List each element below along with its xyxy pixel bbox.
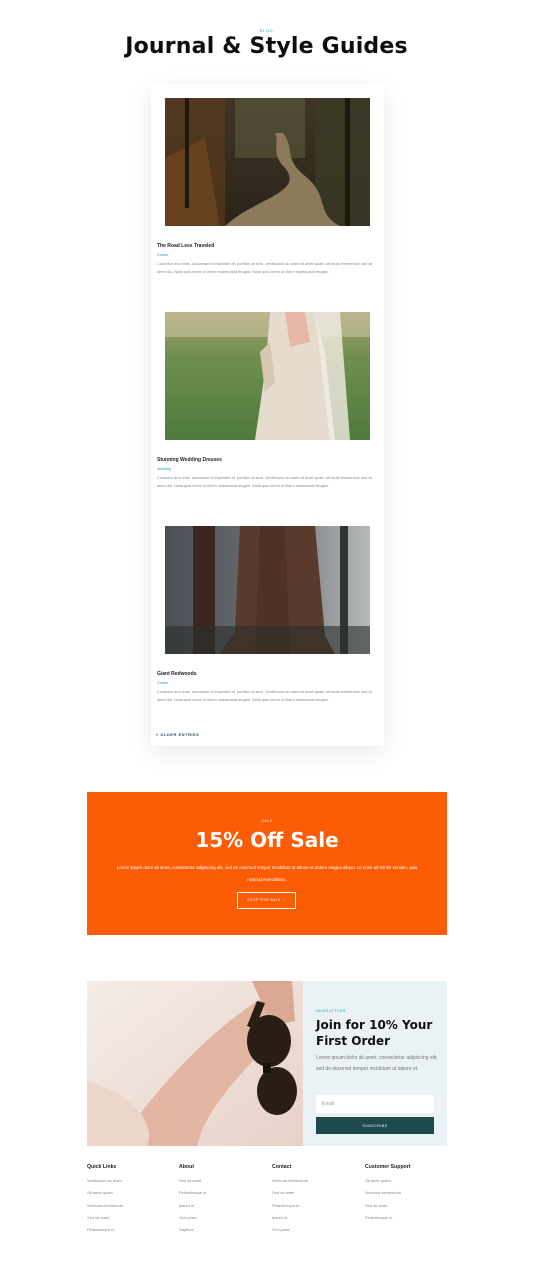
newsletter-eyebrow: NEWSLETTER (316, 1009, 346, 1013)
footer-link[interactable]: Vehicula elementum (87, 1203, 177, 1215)
page-title: Journal & Style Guides (125, 34, 408, 59)
blog-post-list: The Road Less Traveled Guides Curabitur … (151, 84, 384, 746)
sale-description: Lorem ipsum dolor sit amet, consectetur … (116, 865, 418, 882)
footer-link[interactable]: Pellentesque in (179, 1190, 269, 1202)
footer-link[interactable]: Pellentesque in (87, 1227, 177, 1239)
shop-sale-button[interactable]: SHOP THIS SALE → (237, 892, 296, 909)
post-excerpt: Curabitur arcu erat, accumsan id imperdi… (157, 261, 373, 274)
newsletter-title: Join for 10% Your First Order (316, 1018, 433, 1048)
email-input[interactable] (316, 1095, 434, 1113)
footer-heading: About (179, 1164, 194, 1170)
newsletter-image (87, 981, 303, 1146)
footer-link[interactable]: Sed sit amet (272, 1190, 362, 1202)
newsletter-panel: NEWSLETTER Join for 10% Your First Order… (303, 981, 447, 1146)
footer-column-customer-support: Customer Support Sit amet quam Vehicula … (365, 1164, 455, 1227)
footer-heading: Customer Support (365, 1164, 411, 1170)
footer-column-about: About Sed sit amet Pellentesque in Ipsum… (179, 1164, 269, 1239)
footer-link[interactable]: Pellentesque in (272, 1203, 362, 1215)
forest-road-image (165, 98, 370, 226)
footer-link[interactable]: Pellentesque in (365, 1215, 455, 1227)
footer-link[interactable]: Orci porta (272, 1227, 362, 1239)
post-image-redwoods[interactable] (165, 526, 370, 654)
older-entries-link[interactable]: « OLDER ENTRIES (156, 732, 199, 737)
footer-link[interactable]: Sed sit amet (87, 1215, 177, 1227)
post-title[interactable]: The Road Less Traveled (157, 243, 214, 249)
footer-heading: Quick Links (87, 1164, 117, 1170)
footer-column-quick-links: Quick Links Vestibulum ac diam Sit amet … (87, 1164, 177, 1239)
footer-link[interactable]: Vehicula elementum (272, 1178, 362, 1190)
footer-heading: Contact (272, 1164, 292, 1170)
footer-column-contact: Contact Vehicula elementum Sed sit amet … (272, 1164, 362, 1239)
post-excerpt: Curabitur arcu erat, accumsan id imperdi… (157, 475, 373, 488)
post-excerpt: Curabitur arcu erat, accumsan id imperdi… (157, 689, 373, 702)
post-image-wedding[interactable] (165, 312, 370, 440)
post-image-road[interactable] (165, 98, 370, 226)
sunglasses-photo (87, 981, 303, 1146)
footer-link[interactable]: Sit amet quam (365, 1178, 455, 1190)
blog-eyebrow: BLOG (259, 28, 274, 33)
footer-link[interactable]: Orci porta (179, 1215, 269, 1227)
post-category[interactable]: Guides (157, 253, 168, 257)
post-title[interactable]: Stunning Wedding Dresses (157, 457, 222, 463)
sale-banner: SALE 15% Off Sale Lorem ipsum dolor sit … (87, 792, 447, 935)
sale-eyebrow: SALE (261, 819, 273, 823)
newsletter-description: Lorem ipsum dolor sit amet, consectetur … (316, 1055, 438, 1072)
footer-link[interactable]: Sit amet quam (87, 1190, 177, 1202)
post-category[interactable]: Guides (157, 681, 168, 685)
wedding-dress-image (165, 312, 370, 440)
post-title[interactable]: Giant Redwoods (157, 671, 196, 677)
footer-link[interactable]: Vestibulum ac diam (87, 1178, 177, 1190)
subscribe-button[interactable]: SUBSCRIBE (316, 1117, 434, 1134)
footer-link[interactable]: Dapibus (179, 1227, 269, 1239)
footer-link[interactable]: Vehicula elementum (365, 1190, 455, 1202)
footer-link[interactable]: Sed sit amet (179, 1178, 269, 1190)
newsletter-section: NEWSLETTER Join for 10% Your First Order… (87, 981, 447, 1146)
footer-link[interactable]: Sed sit amet (365, 1203, 455, 1215)
footer-link[interactable]: Ipsum id (179, 1203, 269, 1215)
redwood-forest-image (165, 526, 370, 654)
footer-link[interactable]: Ipsum id (272, 1215, 362, 1227)
sale-title: 15% Off Sale (195, 828, 339, 852)
post-category[interactable]: Wedding (157, 467, 171, 471)
